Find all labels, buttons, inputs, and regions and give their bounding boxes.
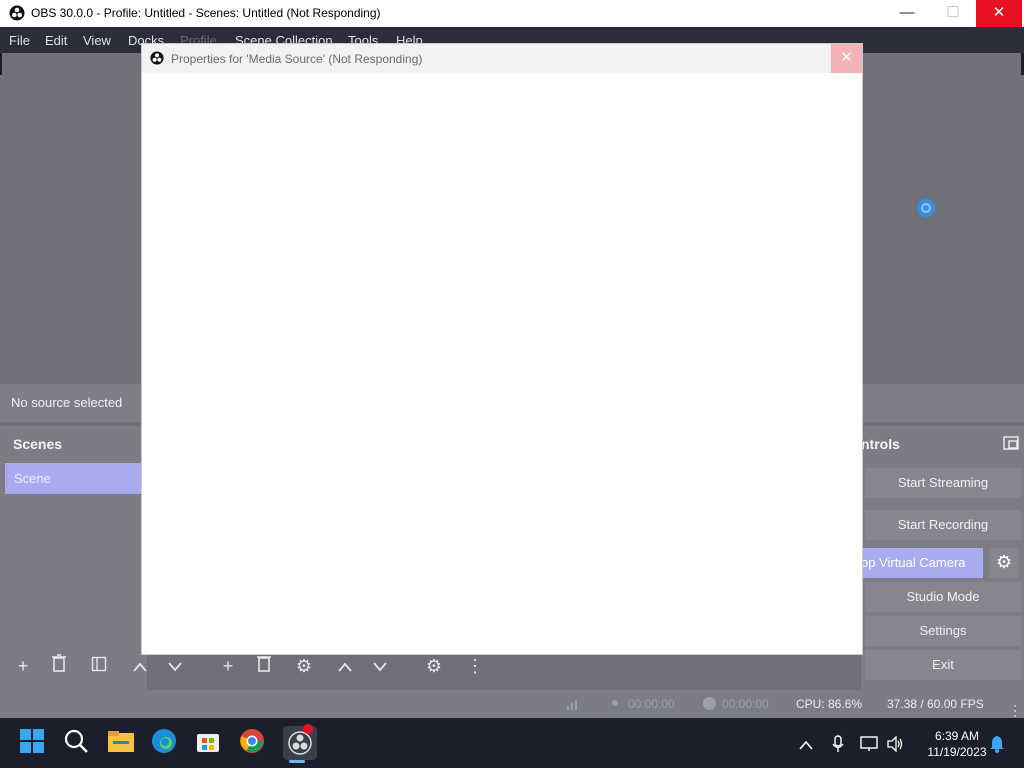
- menu-file[interactable]: File: [9, 33, 30, 48]
- obs-icon[interactable]: [283, 724, 317, 760]
- settings-button[interactable]: Settings: [865, 616, 1021, 646]
- properties-dialog: [142, 44, 862, 654]
- virtual-camera-settings-gear-icon[interactable]: ⚙: [989, 548, 1019, 578]
- start-recording-button[interactable]: Start Recording: [865, 510, 1021, 540]
- virtual-camera-button[interactable]: op Virtual Camera: [861, 548, 983, 578]
- window-title: OBS 30.0.0 - Profile: Untitled - Scenes:…: [31, 6, 381, 20]
- delete-scene-icon[interactable]: [47, 654, 71, 678]
- clock-time[interactable]: 6:39 AM: [919, 729, 995, 743]
- move-scene-up-icon[interactable]: [128, 654, 152, 678]
- controls-title: ntrols: [861, 436, 900, 452]
- stream-status-icon: [612, 700, 618, 706]
- cpu-usage: CPU: 86.6%: [796, 697, 863, 711]
- undock-icon[interactable]: [1003, 436, 1019, 450]
- window-titlebar: OBS 30.0.0 - Profile: Untitled - Scenes:…: [0, 0, 1024, 27]
- windows-start-icon[interactable]: [19, 728, 49, 758]
- recording-badge-icon: [303, 724, 313, 734]
- stream-time: 00:00:00: [628, 697, 675, 711]
- obs-logo-icon: [150, 51, 164, 70]
- more-options-icon[interactable]: ⋮: [463, 654, 487, 678]
- dialog-close-button[interactable]: ✕: [831, 44, 862, 73]
- obs-logo-icon: [9, 5, 25, 24]
- scene-filters-icon[interactable]: [87, 654, 111, 678]
- store-icon[interactable]: [195, 728, 225, 758]
- menu-edit[interactable]: Edit: [45, 33, 67, 48]
- exit-button[interactable]: Exit: [865, 650, 1021, 680]
- dialog-title: Properties for 'Media Source' (Not Respo…: [171, 52, 423, 66]
- network-icon[interactable]: [860, 736, 878, 757]
- delete-source-icon[interactable]: [252, 654, 276, 678]
- add-scene-icon[interactable]: +: [11, 654, 35, 678]
- busy-spinner-icon: [915, 197, 935, 217]
- move-source-down-icon[interactable]: [368, 654, 392, 678]
- network-signal-icon: [566, 697, 580, 716]
- menu-view[interactable]: View: [83, 33, 111, 48]
- file-explorer-icon[interactable]: [107, 728, 137, 758]
- virtual-camera-label: op Virtual Camera: [861, 555, 966, 570]
- edge-icon[interactable]: [151, 728, 181, 758]
- audio-mixer-gear-icon[interactable]: ⚙: [422, 654, 446, 678]
- record-status-icon: [703, 697, 716, 710]
- move-scene-down-icon[interactable]: [163, 654, 187, 678]
- status-bar: [0, 690, 1024, 718]
- start-streaming-button[interactable]: Start Streaming: [865, 468, 1021, 498]
- microphone-icon[interactable]: [832, 735, 844, 758]
- show-hidden-icons-icon[interactable]: [799, 737, 813, 755]
- minimize-button[interactable]: —: [884, 0, 930, 27]
- add-source-icon[interactable]: +: [216, 654, 240, 678]
- clock-date[interactable]: 11/19/2023: [919, 745, 995, 759]
- scene-list-item[interactable]: Scene: [5, 463, 147, 494]
- source-properties-gear-icon[interactable]: ⚙: [292, 654, 316, 678]
- chrome-icon[interactable]: [239, 728, 269, 758]
- studio-mode-button[interactable]: Studio Mode: [865, 582, 1021, 612]
- notification-bell-icon[interactable]: [989, 735, 1005, 758]
- active-app-indicator: [289, 760, 305, 763]
- volume-icon[interactable]: [886, 735, 904, 757]
- scene-item-label: Scene: [14, 471, 51, 486]
- no-source-label: No source selected: [11, 395, 123, 410]
- move-source-up-icon[interactable]: [333, 654, 357, 678]
- close-button[interactable]: ✕: [976, 0, 1022, 27]
- fps-counter: 37.38 / 60.00 FPS: [887, 697, 984, 711]
- record-time: 00:00:00: [722, 697, 769, 711]
- scenes-title: Scenes: [13, 436, 63, 452]
- maximize-button[interactable]: ☐: [930, 0, 976, 27]
- search-icon[interactable]: [63, 728, 93, 758]
- window-edge: [0, 53, 2, 75]
